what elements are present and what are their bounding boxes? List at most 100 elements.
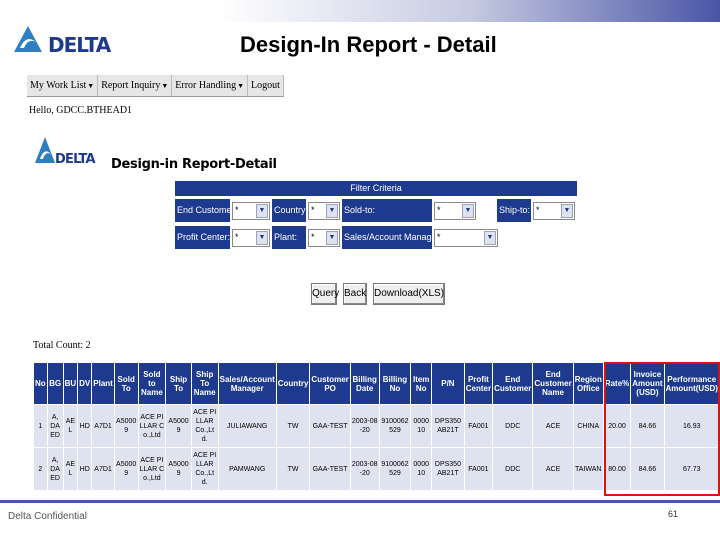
back-button[interactable]: Back — [343, 283, 367, 305]
svg-text:DELTA: DELTA — [48, 33, 112, 57]
table-cell: TAIWAN — [572, 447, 604, 491]
end-customer-label: End Customer: — [175, 199, 237, 222]
table-cell: ACE PILLAR Co.,Ltd. — [190, 404, 219, 448]
column-header: BU — [62, 362, 79, 405]
table-cell: ACE PILLAR Co.,Ltd. — [190, 447, 219, 491]
column-header: DV — [77, 362, 93, 405]
column-header: Billing No — [378, 362, 412, 405]
total-count: Total Count: 2 — [33, 340, 91, 351]
chevron-down-icon: ▼ — [326, 204, 338, 218]
table-cell: A50009 — [113, 447, 139, 491]
table-cell: A50009 — [165, 404, 192, 448]
table-cell: AEL — [62, 404, 79, 448]
report-title: Design-in Report-Detail — [111, 157, 277, 172]
table-cell: FA001 — [463, 447, 494, 491]
plant-label: Plant: — [272, 226, 306, 249]
delta-logo: DELTA — [14, 26, 113, 57]
query-button[interactable]: Query — [311, 283, 339, 305]
filter-header: Filter Criteria — [175, 181, 577, 196]
sales-manager-select[interactable]: * ▼ — [434, 229, 498, 247]
user-greeting: Hello, GDCC.BTHEAD1 — [29, 105, 133, 116]
table-cell: ACE — [532, 404, 574, 448]
filter-criteria-panel: Filter Criteria End Customer: * ▼ Country… — [175, 181, 577, 253]
table-cell: DDC — [492, 404, 534, 448]
slide-title: Design-In Report - Detail — [240, 32, 497, 57]
column-header: Sold To — [113, 362, 139, 405]
top-gradient-band — [0, 0, 720, 22]
column-header: Profit Center — [463, 362, 494, 405]
table-cell: 84.66 — [630, 404, 665, 448]
table-header-row: No BG BU DV Plant Sold To Sold to Name S… — [33, 362, 720, 405]
sales-manager-label: Sales/Account Manager: — [342, 226, 442, 249]
footer-rule — [0, 500, 720, 503]
table-cell: 9100062529 — [378, 404, 412, 448]
table-cell: FA001 — [463, 404, 494, 448]
column-header: Sales/Account Manager — [217, 362, 277, 405]
menu-bar: My Work List▼ Report Inquiry▼ Error Hand… — [27, 75, 284, 97]
table-cell: GAA-TEST — [309, 447, 351, 491]
profit-center-label: Profit Center: — [175, 226, 230, 249]
menu-my-work-list[interactable]: My Work List▼ — [27, 75, 99, 96]
table-cell: HD — [77, 447, 93, 491]
sold-to-label: Sold-to: — [342, 199, 432, 222]
menu-logout[interactable]: Logout — [248, 75, 284, 96]
column-header: P/N — [431, 362, 465, 405]
table-cell: A50009 — [165, 447, 192, 491]
table-cell: A, DAED — [46, 447, 64, 491]
table-cell: A7D1 — [91, 447, 115, 491]
page-number: 61 — [668, 509, 679, 519]
column-header: Plant — [91, 362, 115, 405]
column-header: Performance Amount(USD) — [663, 362, 720, 405]
table-cell: ACE — [532, 447, 574, 491]
ship-to-select[interactable]: * ▼ — [533, 202, 575, 220]
table-cell: 000010 — [410, 447, 433, 491]
table-cell: ACE PILLAR Co.,Ltd — [137, 447, 167, 491]
column-header: End Customer Name — [532, 362, 574, 405]
table-cell: A, DAED — [46, 404, 64, 448]
table-cell: 2003-08-20 — [349, 447, 380, 491]
chevron-down-icon: ▼ — [561, 204, 573, 218]
table-cell: 000010 — [410, 404, 433, 448]
plant-select[interactable]: * ▼ — [308, 229, 340, 247]
confidential-footer: Delta Confidential — [8, 511, 87, 522]
profit-center-select[interactable]: * ▼ — [232, 229, 270, 247]
table-cell: 16.93 — [663, 404, 720, 448]
table-cell: A50009 — [113, 404, 139, 448]
column-header: Ship To Name — [190, 362, 219, 405]
table-cell: JULIAWANG — [217, 404, 277, 448]
table-cell: A7D1 — [91, 404, 115, 448]
ship-to-label: Ship-to: — [497, 199, 531, 222]
column-header: End Customer — [492, 362, 534, 405]
results-table: No BG BU DV Plant Sold To Sold to Name S… — [33, 362, 720, 491]
column-header: Invoice Amount (USD) — [630, 362, 665, 405]
column-header: Customer PO — [309, 362, 351, 405]
menu-error-handling[interactable]: Error Handling▼ — [172, 75, 249, 96]
svg-text:DELTA: DELTA — [55, 152, 95, 167]
country-select[interactable]: * ▼ — [308, 202, 340, 220]
column-header: BG — [46, 362, 64, 405]
table-cell: TW — [275, 447, 311, 491]
table-cell: 9100062529 — [378, 447, 412, 491]
table-cell: 1 — [33, 404, 48, 448]
table-cell: 84.66 — [630, 447, 665, 491]
chevron-down-icon: ▼ — [326, 231, 338, 245]
table-cell: 20.00 — [602, 404, 632, 448]
column-header: Region Office — [572, 362, 604, 405]
table-cell: AEL — [62, 447, 79, 491]
table-cell: 67.73 — [663, 447, 720, 491]
table-cell: ACE PILLAR Co.,Ltd — [137, 404, 167, 448]
table-row: 1 A, DAED AEL HD A7D1 A50009 ACE PILLAR … — [33, 404, 720, 448]
column-header: Sold to Name — [137, 362, 167, 405]
end-customer-select[interactable]: * ▼ — [232, 202, 270, 220]
table-cell: GAA-TEST — [309, 404, 351, 448]
table-cell: HD — [77, 404, 93, 448]
delta-logo-small: DELTA — [35, 137, 96, 167]
table-cell: DDC — [492, 447, 534, 491]
table-cell: 80.00 — [602, 447, 632, 491]
column-header: Item No — [410, 362, 433, 405]
menu-report-inquiry[interactable]: Report Inquiry▼ — [98, 75, 173, 96]
download-xls-button[interactable]: Download(XLS) — [373, 283, 445, 305]
column-header: No — [33, 362, 48, 405]
table-row: 2 A, DAED AEL HD A7D1 A50009 ACE PILLAR … — [33, 447, 720, 491]
sold-to-select[interactable]: * ▼ — [434, 202, 476, 220]
